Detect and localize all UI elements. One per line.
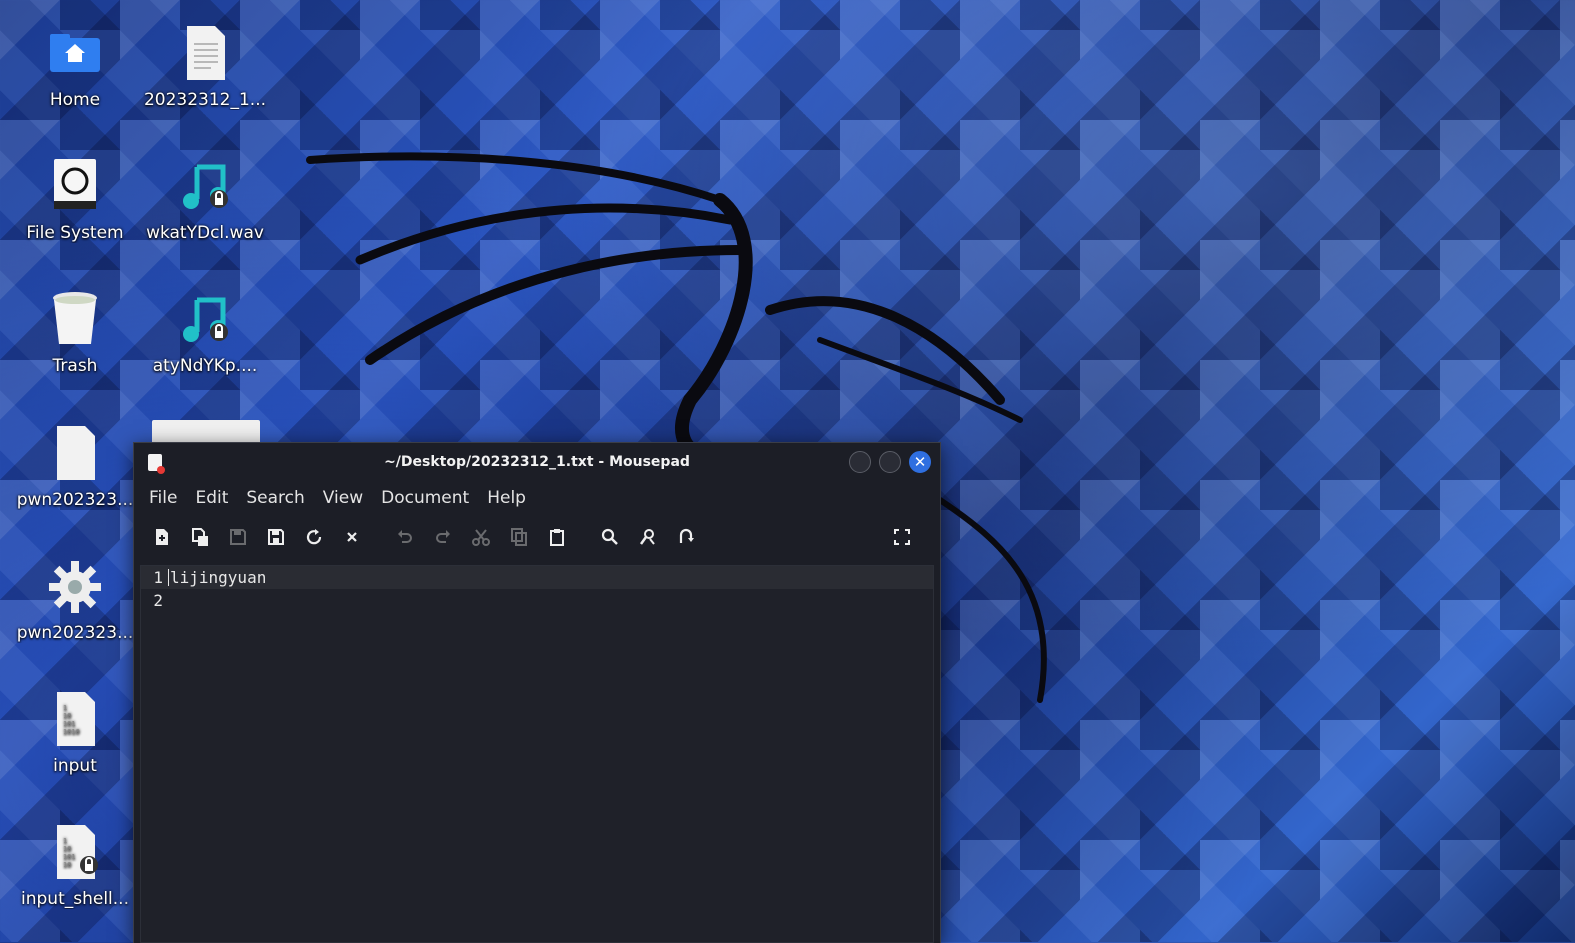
desktop-icon-label: wkatYDcl.wav <box>146 223 264 243</box>
text-file-icon <box>175 24 235 84</box>
line-text: lijingyuan <box>170 568 267 587</box>
line-number: 1 <box>153 568 163 587</box>
new-document-button[interactable] <box>148 523 176 551</box>
desktop-icon-audio-1[interactable]: wkatYDcl.wav <box>140 157 270 243</box>
desktop-icon-input[interactable]: 1 10 101 1010 input <box>10 690 140 776</box>
desktop-icon-label: pwn202323... <box>16 623 134 643</box>
desktop-icon-audio-2[interactable]: atyNdYKp.... <box>140 290 270 376</box>
minimize-button[interactable] <box>849 451 871 473</box>
mousepad-window[interactable]: ~/Desktop/20232312_1.txt - Mousepad ✕ Fi… <box>133 442 941 943</box>
reload-button[interactable] <box>300 523 328 551</box>
new-window-icon <box>192 528 208 546</box>
drive-icon <box>45 157 105 217</box>
menu-edit[interactable]: Edit <box>186 488 237 508</box>
goto-icon <box>679 528 694 543</box>
svg-text:1: 1 <box>63 837 67 845</box>
reload-icon <box>306 529 322 545</box>
menu-help[interactable]: Help <box>478 488 535 508</box>
home-folder-icon <box>45 24 105 84</box>
close-document-icon <box>347 532 357 542</box>
menu-search[interactable]: Search <box>237 488 313 508</box>
menu-bar: File Edit Search View Document Help <box>134 481 940 515</box>
editor-line[interactable]: 1 lijingyuan <box>141 566 933 589</box>
find-replace-button[interactable] <box>634 523 662 551</box>
desktop-icon-label: input_shell... <box>21 889 129 909</box>
svg-text:10: 10 <box>63 712 71 720</box>
desktop-icon-input-shell[interactable]: 1 10 101 10 input_shell... <box>10 823 140 909</box>
desktop-icon-label: pwn202323... <box>16 490 134 510</box>
save-as-icon <box>268 529 284 545</box>
binary-file-icon: 1 10 101 1010 <box>45 690 105 750</box>
paste-button[interactable] <box>543 523 571 551</box>
window-titlebar[interactable]: ~/Desktop/20232312_1.txt - Mousepad ✕ <box>134 443 940 481</box>
find-icon <box>601 528 618 545</box>
editor-line[interactable]: 2 <box>141 589 933 612</box>
desktop-icon-text-file[interactable]: 20232312_1... <box>140 24 270 110</box>
svg-text:1: 1 <box>63 704 67 712</box>
new-document-icon <box>156 529 168 545</box>
desktop-icon-file-system[interactable]: File System <box>10 157 140 243</box>
svg-text:101: 101 <box>63 853 76 861</box>
close-document-button[interactable] <box>338 523 366 551</box>
desktop-icon-label: atyNdYKp.... <box>152 356 258 376</box>
toolbar <box>134 515 940 559</box>
svg-text:101: 101 <box>63 720 76 728</box>
toolbar-separator <box>378 525 379 549</box>
save-button[interactable] <box>224 523 252 551</box>
binary-file-locked-icon: 1 10 101 10 <box>45 823 105 883</box>
trash-icon <box>45 290 105 350</box>
svg-text:10: 10 <box>63 861 71 869</box>
fullscreen-icon <box>894 529 910 545</box>
window-title: ~/Desktop/20232312_1.txt - Mousepad <box>384 454 690 470</box>
menu-view[interactable]: View <box>314 488 372 508</box>
paste-icon <box>550 529 564 546</box>
svg-text:1010: 1010 <box>63 728 80 736</box>
menu-document[interactable]: Document <box>372 488 478 508</box>
copy-button[interactable] <box>505 523 533 551</box>
desktop-icon-trash[interactable]: Trash <box>10 290 140 376</box>
new-window-button[interactable] <box>186 523 214 551</box>
blank-file-icon <box>45 424 105 484</box>
desktop-icon-label: input <box>53 756 97 776</box>
close-icon: ✕ <box>913 453 927 471</box>
save-as-button[interactable] <box>262 523 290 551</box>
desktop-icon-pwn-file[interactable]: pwn202323... <box>10 424 140 510</box>
text-editor-area[interactable]: 1 lijingyuan 2 <box>140 565 934 943</box>
line-number: 2 <box>153 591 163 610</box>
desktop-icon-home[interactable]: Home <box>10 24 140 110</box>
audio-file-locked-icon <box>175 290 235 350</box>
svg-text:10: 10 <box>63 845 71 853</box>
maximize-button[interactable] <box>879 451 901 473</box>
desktop-icon-label: Trash <box>52 356 98 376</box>
cut-icon <box>472 529 490 546</box>
image-thumbnail[interactable] <box>152 420 260 444</box>
copy-icon <box>511 528 527 546</box>
gear-icon <box>45 557 105 617</box>
undo-icon <box>398 530 412 543</box>
redo-icon <box>436 530 450 543</box>
find-replace-icon <box>639 529 655 545</box>
close-button[interactable]: ✕ <box>909 451 931 473</box>
cut-button[interactable] <box>467 523 495 551</box>
goto-button[interactable] <box>672 523 700 551</box>
desktop-icon-label: 20232312_1... <box>143 90 267 110</box>
redo-button[interactable] <box>429 523 457 551</box>
fullscreen-button[interactable] <box>888 523 916 551</box>
find-button[interactable] <box>596 523 624 551</box>
desktop-icon-pwn-exec[interactable]: pwn202323... <box>10 557 140 643</box>
save-icon <box>230 529 246 545</box>
undo-button[interactable] <box>391 523 419 551</box>
menu-file[interactable]: File <box>140 488 186 508</box>
desktop-icon-label: File System <box>26 223 124 243</box>
audio-file-locked-icon <box>175 157 235 217</box>
toolbar-separator <box>583 525 584 549</box>
desktop-icon-label: Home <box>49 90 101 110</box>
